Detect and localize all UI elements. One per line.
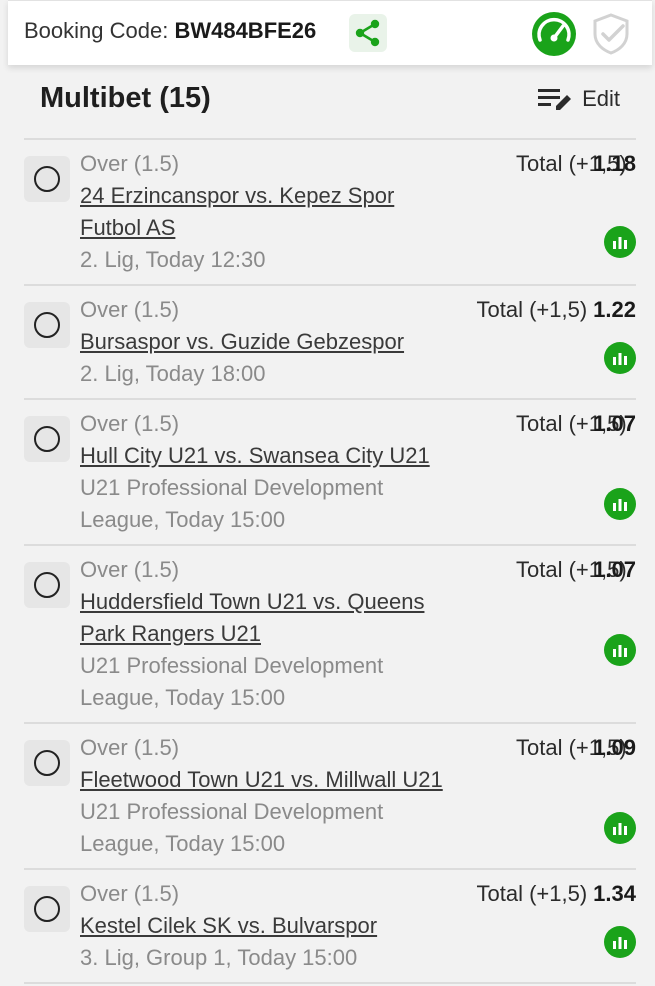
share-icon bbox=[355, 19, 380, 47]
stats-button[interactable] bbox=[604, 926, 636, 958]
bet-item: Over (1.5) Fleetwood Town U21 vs. Millwa… bbox=[24, 724, 636, 870]
stats-button[interactable] bbox=[604, 812, 636, 844]
bet-market: Over (1.5) bbox=[80, 151, 180, 176]
bet-match-link[interactable]: Kestel Cilek SK vs. Bulvarspor bbox=[80, 910, 450, 942]
betslip-header: Multibet (15) Edit bbox=[24, 78, 636, 140]
bet-match-link[interactable]: 24 Erzincanspor vs. Kepez Spor Futbol AS bbox=[80, 180, 450, 244]
bar-chart-icon bbox=[613, 353, 627, 365]
shield-button[interactable] bbox=[590, 12, 632, 56]
bar-chart-icon bbox=[613, 823, 627, 835]
bet-odd: 1.07 bbox=[593, 557, 636, 582]
booking-code-label: Booking Code: BW484BFE26 bbox=[24, 18, 316, 44]
bet-market: Over (1.5) bbox=[80, 735, 180, 760]
stats-button[interactable] bbox=[604, 226, 636, 258]
stats-button[interactable] bbox=[604, 634, 636, 666]
select-radio[interactable] bbox=[24, 156, 70, 202]
bet-item: Over (1.5) Hull City U21 vs. Swansea Cit… bbox=[24, 400, 636, 546]
radio-circle-icon bbox=[34, 572, 60, 598]
speedometer-icon bbox=[532, 12, 576, 56]
bet-league: U21 Professional Development League, Tod… bbox=[80, 475, 384, 532]
bet-match-link[interactable]: Hull City U21 vs. Swansea City U21 bbox=[80, 440, 450, 472]
select-radio[interactable] bbox=[24, 886, 70, 932]
booking-label-text: Booking Code: bbox=[24, 18, 169, 43]
radio-circle-icon bbox=[34, 426, 60, 452]
bet-odd: 1.18 bbox=[593, 151, 636, 176]
bet-pick-label: Total (+1,5) bbox=[476, 881, 588, 906]
edit-button[interactable]: Edit bbox=[538, 86, 620, 112]
bet-league: 2. Lig, Today 12:30 bbox=[80, 247, 266, 272]
bet-item: Over (1.5) Kestel Cilek SK vs. Bulvarspo… bbox=[24, 870, 636, 984]
bet-match-link[interactable]: Bursaspor vs. Guzide Gebzespor bbox=[80, 326, 450, 358]
bet-item: Over (1.5) Huddersfield Town U21 vs. Que… bbox=[24, 546, 636, 724]
stats-button[interactable] bbox=[604, 488, 636, 520]
bar-chart-icon bbox=[613, 237, 627, 249]
bet-item: Over (1.5) Bursaspor vs. Guzide Gebzespo… bbox=[24, 286, 636, 400]
speed-button[interactable] bbox=[531, 11, 577, 57]
bet-odd: 1.22 bbox=[593, 297, 636, 322]
bet-league: U21 Professional Development League, Tod… bbox=[80, 653, 384, 710]
select-radio[interactable] bbox=[24, 562, 70, 608]
bet-list: Over (1.5) 24 Erzincanspor vs. Kepez Spo… bbox=[24, 140, 636, 984]
select-radio[interactable] bbox=[24, 302, 70, 348]
bar-chart-icon bbox=[613, 499, 627, 511]
bet-league: 3. Lig, Group 1, Today 15:00 bbox=[80, 945, 358, 970]
bet-pick-label: Total (+1,5) bbox=[476, 297, 588, 322]
select-radio[interactable] bbox=[24, 740, 70, 786]
bet-market: Over (1.5) bbox=[80, 411, 180, 436]
bet-match-link[interactable]: Fleetwood Town U21 vs. Millwall U21 bbox=[80, 764, 450, 796]
bet-market: Over (1.5) bbox=[80, 297, 180, 322]
shield-check-icon bbox=[593, 13, 629, 55]
radio-circle-icon bbox=[34, 312, 60, 338]
bet-odd: 1.07 bbox=[593, 411, 636, 436]
bet-league: 2. Lig, Today 18:00 bbox=[80, 361, 266, 386]
bet-market: Over (1.5) bbox=[80, 881, 180, 906]
radio-circle-icon bbox=[34, 896, 60, 922]
stats-button[interactable] bbox=[604, 342, 636, 374]
bet-odd: 1.34 bbox=[593, 881, 636, 906]
bet-item: Over (1.5) 24 Erzincanspor vs. Kepez Spo… bbox=[24, 140, 636, 286]
bar-chart-icon bbox=[613, 937, 627, 949]
radio-circle-icon bbox=[34, 750, 60, 776]
booking-bar: Booking Code: BW484BFE26 bbox=[8, 0, 652, 65]
edit-label: Edit bbox=[582, 86, 620, 111]
bar-chart-icon bbox=[613, 645, 627, 657]
radio-circle-icon bbox=[34, 166, 60, 192]
booking-code[interactable]: BW484BFE26 bbox=[174, 18, 316, 43]
share-button[interactable] bbox=[349, 14, 387, 52]
select-radio[interactable] bbox=[24, 416, 70, 462]
edit-list-icon bbox=[538, 89, 572, 110]
betslip-title: Multibet (15) bbox=[40, 82, 211, 114]
bet-odd: 1.09 bbox=[593, 735, 636, 760]
bet-market: Over (1.5) bbox=[80, 557, 180, 582]
bet-league: U21 Professional Development League, Tod… bbox=[80, 799, 384, 856]
bet-match-link[interactable]: Huddersfield Town U21 vs. Queens Park Ra… bbox=[80, 586, 450, 650]
